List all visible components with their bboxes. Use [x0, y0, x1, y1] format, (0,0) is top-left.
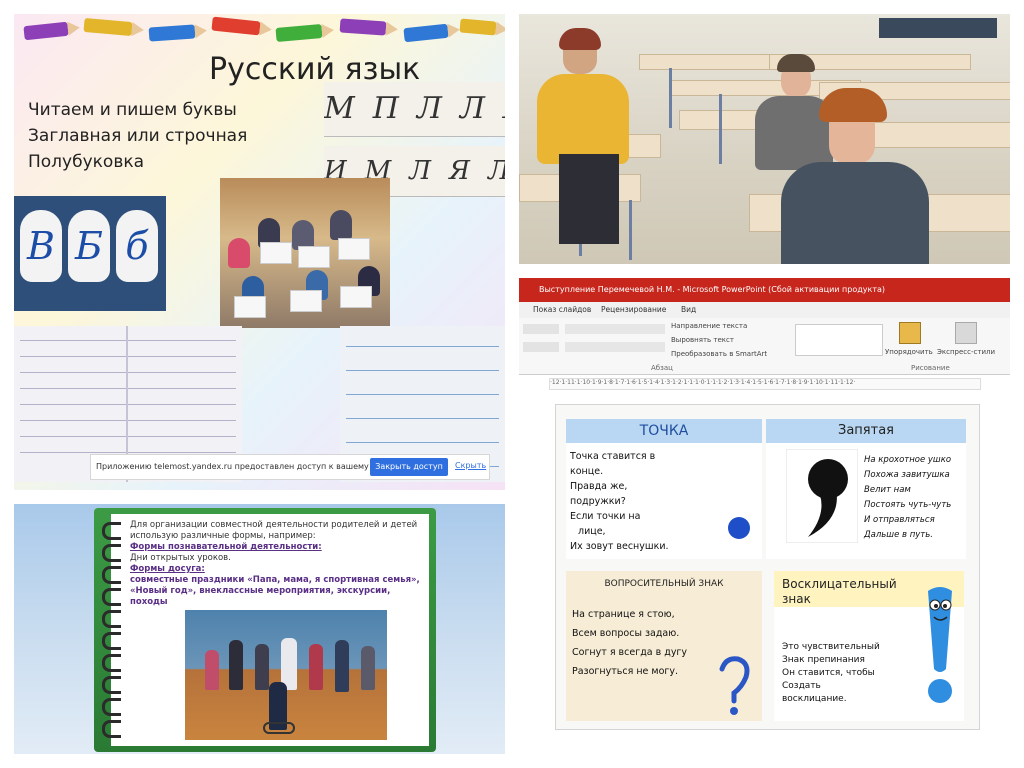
align-buttons[interactable] [565, 342, 665, 352]
list-buttons[interactable] [565, 324, 665, 334]
child-figure [330, 210, 352, 240]
vosk-title: Восклицательный знак [782, 577, 897, 606]
arrange-icon [899, 322, 921, 344]
group-paragraph-label: Абзац [651, 364, 673, 372]
video-conference-feed [519, 14, 1010, 264]
shapes-gallery[interactable] [795, 324, 883, 356]
children-photo [220, 178, 390, 328]
person-sweater [537, 74, 629, 164]
paper-sheet [298, 246, 330, 268]
pencil-decoration [23, 21, 69, 41]
tochka-box: ТОЧКА Точка ставится в конце. Правда же,… [566, 419, 762, 559]
binder-ring [102, 588, 121, 606]
comma-icon [786, 449, 858, 543]
screen-share-notification: Приложению telemost.yandex.ru предоставл… [90, 454, 490, 480]
arrange-button[interactable]: Упорядочить [885, 348, 933, 356]
item-open-lessons: Дни открытых уроков. [130, 553, 231, 563]
paper-sheet [234, 296, 266, 318]
mitten-letter: Б [68, 210, 110, 282]
align-text-button[interactable]: Выровнять текст [671, 336, 734, 344]
exclamation-mark-icon [928, 587, 952, 703]
smartart-button[interactable]: Преобразовать в SmartArt [671, 350, 767, 358]
pencil-decoration [148, 24, 196, 42]
pencil-decoration [403, 23, 449, 43]
mitten-letter: б [116, 210, 158, 282]
tab-slide-show[interactable]: Показ слайдов [533, 305, 591, 314]
person-legs [559, 154, 619, 244]
person-hair [559, 28, 601, 50]
child-figure [228, 238, 250, 268]
ribbon: Направление текста Выровнять текст Преоб… [519, 318, 1010, 375]
ruler: ·12·1·11·1·10·1·9·1·8·1·7·1·6·1·5·1·4·1·… [549, 378, 981, 390]
binder-ring [102, 720, 121, 738]
slide-body: Для организации совместной деятельности … [130, 520, 424, 608]
vosk-box: Восклицательный знак Это чувствительный … [774, 571, 964, 721]
computer-monitors [879, 18, 997, 38]
heading-cognitive-forms: Формы познавательной деятельности: [130, 542, 322, 552]
slide-line: Заглавная или строчная [28, 126, 248, 146]
notification-text: Приложению telemost.yandex.ru предоставл… [96, 462, 404, 471]
slide-line: Полубуковка [28, 152, 145, 172]
item-holidays: совместные праздники «Папа, мама, я спор… [130, 575, 420, 607]
script-letters-upper: МПЛЛЯ [324, 82, 505, 137]
close-access-button[interactable]: Закрыть доступ [370, 458, 448, 476]
express-styles-icon [955, 322, 977, 344]
zapyataya-title: Запятая [766, 419, 966, 443]
person-top [781, 162, 929, 264]
window-title: Выступление Перемечевой Н.М. - Microsoft… [539, 285, 886, 294]
hide-link[interactable]: Скрыть [455, 461, 486, 470]
tochka-poem: Точка ставится в конце. Правда же, подру… [570, 451, 669, 552]
tochka-title: ТОЧКА [566, 419, 762, 443]
binder-ring [102, 632, 121, 650]
pencil-decoration [211, 16, 261, 36]
russian-lesson-slide: Русский язык Читаем и пишем буквы Заглав… [14, 14, 505, 490]
paper-sheet [338, 238, 370, 260]
question-mark-icon [719, 656, 750, 715]
person-hair [819, 88, 887, 122]
text-direction-button[interactable]: Направление текста [671, 322, 747, 330]
tab-review[interactable]: Рецензирование [601, 305, 666, 314]
person-hair [777, 54, 815, 72]
gym-photo [185, 610, 387, 740]
ruler-ticks: ·12·1·11·1·10·1·9·1·8·1·7·1·6·1·5·1·4·1·… [550, 379, 856, 386]
binder-ring [102, 698, 121, 716]
dot-icon [728, 517, 750, 539]
ribbon-tabs: Показ слайдов Рецензирование Вид [519, 302, 1010, 318]
tab-view[interactable]: Вид [681, 305, 696, 314]
intro-text: Для организации совместной деятельности … [130, 520, 418, 541]
binder-ring [102, 544, 121, 562]
font-size-controls[interactable] [523, 342, 559, 352]
zapyataya-poem: На крохотное ушко Похожа завитушка Велит… [864, 455, 952, 540]
vopros-box: ВОПРОСИТЕЛЬНЫЙ ЗНАК На странице я стою, … [566, 571, 762, 721]
binder-ring [102, 610, 121, 628]
binder-ring [102, 566, 121, 584]
binder-ring [102, 676, 121, 694]
binder-ring [102, 654, 121, 672]
binder-ring [102, 522, 121, 540]
window-title-bar: Выступление Перемечевой Н.М. - Microsoft… [519, 278, 1010, 302]
mitten-letter: В [20, 210, 62, 282]
paper-sheet [260, 242, 292, 264]
zapyataya-box: Запятая На крохотное ушко Похожа завитуш… [766, 419, 966, 559]
express-styles-button[interactable]: Экспресс-стили [937, 348, 995, 356]
slide-line: Читаем и пишем буквы [28, 100, 237, 120]
mittens-photo: В Б б [14, 196, 166, 311]
heading-leisure-forms: Формы досуга: [130, 564, 205, 574]
pencil-decoration [339, 18, 387, 36]
vopros-title: ВОПРОСИТЕЛЬНЫЙ ЗНАК [604, 579, 724, 589]
pencil-decoration [459, 18, 497, 36]
paper-sheet [290, 290, 322, 312]
punctuation-slide[interactable]: ТОЧКА Точка ставится в конце. Правда же,… [555, 404, 980, 730]
group-drawing-label: Рисование [911, 364, 950, 372]
font-controls[interactable] [523, 324, 559, 334]
parent-activities-slide: Для организации совместной деятельности … [14, 504, 505, 754]
pencil-decoration [275, 24, 323, 42]
pencil-decoration [83, 17, 133, 37]
paper-sheet [340, 286, 372, 308]
vosk-poem: Это чувствительный Знак препинания Он ст… [782, 642, 880, 704]
powerpoint-window: Выступление Перемечевой Н.М. - Microsoft… [519, 278, 1010, 754]
